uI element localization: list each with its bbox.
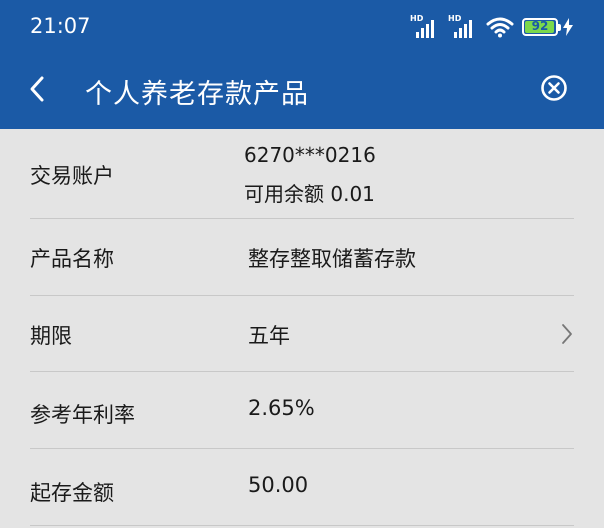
list-item-rate: 参考年利率 2.65% xyxy=(0,372,604,449)
list-item-term[interactable]: 期限 五年 xyxy=(0,296,604,372)
signal-icon: HD xyxy=(448,14,478,38)
available-balance: 可用余额 0.01 xyxy=(244,182,375,206)
battery-icon: 92 xyxy=(522,18,561,36)
close-circle-icon[interactable] xyxy=(540,74,568,102)
row-value: 整存整取储蓄存款 xyxy=(248,247,416,271)
row-label: 交易账户 xyxy=(30,164,114,188)
row-label: 参考年利率 xyxy=(30,403,135,427)
row-label: 起存金额 xyxy=(30,481,114,505)
page-title: 个人养老存款产品 xyxy=(85,79,309,110)
row-value: 50.00 xyxy=(248,473,309,497)
row-value: 五年 xyxy=(248,324,290,348)
status-icons: HD HD 92 xyxy=(410,14,574,39)
app-header: 21:07 HD HD 92 个人养老存款产品 xyxy=(0,0,604,129)
list-item-min-amount: 起存金额 50.00 xyxy=(0,449,604,527)
row-label: 期限 xyxy=(30,324,72,348)
signal-icon: HD xyxy=(410,14,440,38)
list-item-product-name: 产品名称 整存整取储蓄存款 xyxy=(0,219,604,296)
charging-icon xyxy=(563,18,573,36)
row-label: 产品名称 xyxy=(30,247,114,271)
row-value: 2.65% xyxy=(248,396,315,420)
back-icon[interactable] xyxy=(26,74,50,104)
chevron-right-icon[interactable] xyxy=(560,322,574,346)
account-number: 6270***0216 xyxy=(244,143,376,167)
status-bar: 21:07 HD HD 92 xyxy=(0,0,604,54)
list-item-account[interactable]: 交易账户 6270***0216 可用余额 0.01 xyxy=(0,129,604,219)
battery-level: 92 xyxy=(531,19,549,33)
divider xyxy=(30,525,574,526)
status-time: 21:07 xyxy=(30,14,91,38)
wifi-icon xyxy=(486,17,514,38)
